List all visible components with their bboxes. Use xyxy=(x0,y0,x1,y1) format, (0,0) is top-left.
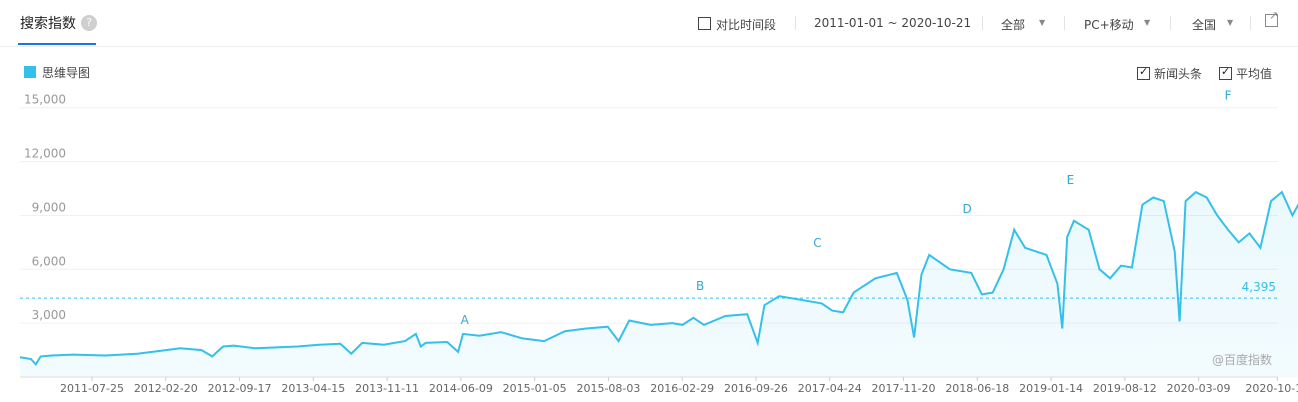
x-tick-label: 2017-04-24 xyxy=(798,382,862,395)
x-tick-label: 2012-09-17 xyxy=(208,382,272,395)
x-tick-label: 2016-09-26 xyxy=(724,382,788,395)
annotation-marker[interactable]: B xyxy=(696,279,704,293)
annotation-marker[interactable]: A xyxy=(461,313,470,327)
x-tick-label: 2019-08-12 xyxy=(1093,382,1157,395)
x-tick-label: 2015-08-03 xyxy=(576,382,640,395)
x-tick-label: 2017-11-20 xyxy=(872,382,936,395)
x-tick-label: 2011-07-25 xyxy=(60,382,124,395)
average-value-label: 4,395 xyxy=(1242,280,1276,294)
x-tick-label: 2013-11-11 xyxy=(355,382,419,395)
y-axis: 3,000 6,000 9,000 12,000 15,000 xyxy=(24,93,66,322)
x-tick-label: 2016-02-29 xyxy=(650,382,714,395)
y-tick-label: 15,000 xyxy=(24,93,66,107)
y-tick-label: 6,000 xyxy=(32,254,66,268)
x-tick-label: 2019-01-14 xyxy=(1019,382,1083,395)
x-axis: 2011-07-25 2012-02-20 2012-09-17 2013-04-15… xyxy=(60,377,1298,395)
y-tick-label: 12,000 xyxy=(24,147,66,161)
watermark: @百度指数 xyxy=(1212,353,1273,367)
x-tick-label: 2018-06-18 xyxy=(945,382,1009,395)
x-tick-label: 2012-02-20 xyxy=(134,382,198,395)
annotation-marker[interactable]: C xyxy=(813,236,821,250)
series-area xyxy=(20,192,1298,377)
y-tick-label: 9,000 xyxy=(32,200,66,214)
y-tick-label: 3,000 xyxy=(32,308,66,322)
annotation-marker[interactable]: F xyxy=(1225,89,1232,103)
annotation-marker[interactable]: E xyxy=(1067,173,1075,187)
annotation-marker[interactable]: D xyxy=(962,202,971,216)
x-tick-label: 2013-04-15 xyxy=(281,382,345,395)
x-tick-label: 2020-03-09 xyxy=(1167,382,1231,395)
search-index-chart: 3,000 6,000 9,000 12,000 15,000 4,395 A B C D E F… xyxy=(19,89,1298,395)
x-tick-label: 2014-06-09 xyxy=(429,382,493,395)
x-tick-label: 2015-01-05 xyxy=(503,382,567,395)
x-tick-label: 2020-10-19 xyxy=(1245,382,1298,395)
